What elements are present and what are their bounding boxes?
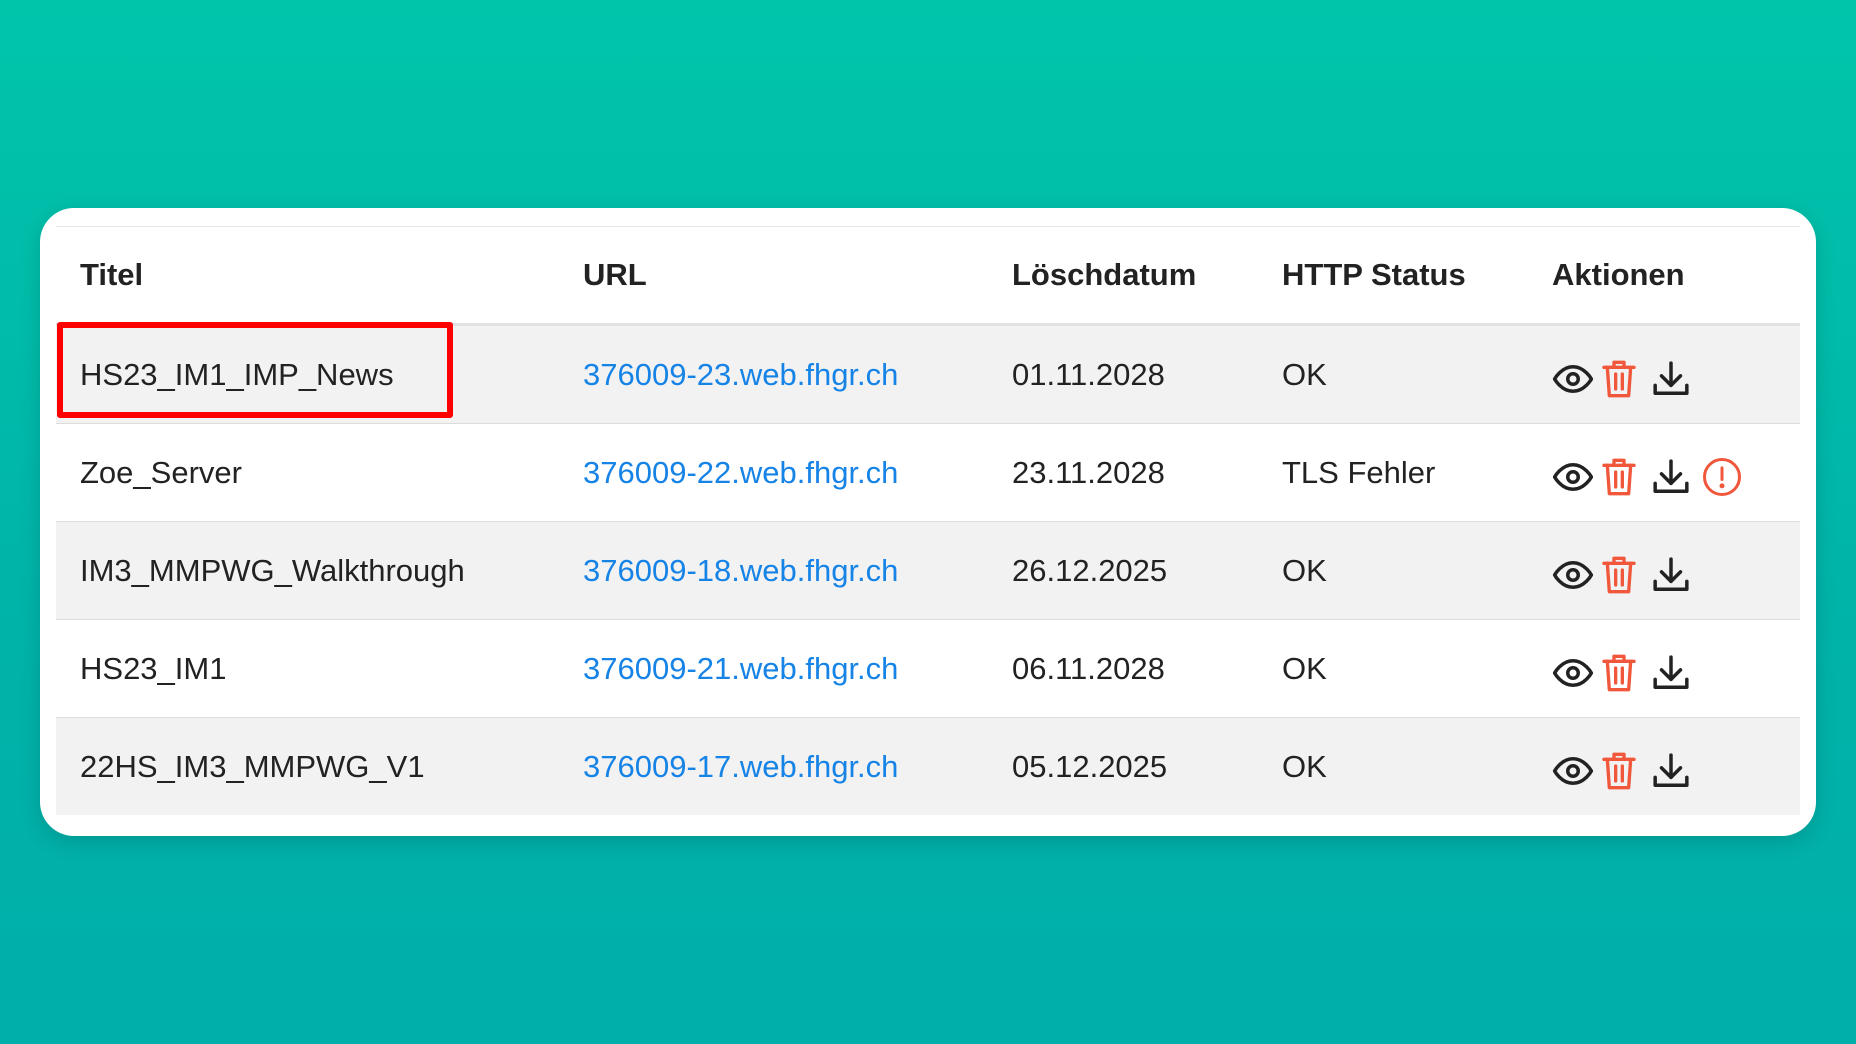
header-url: URL [559, 226, 988, 326]
header-title: Titel [56, 226, 559, 326]
header-http-status: HTTP Status [1258, 226, 1528, 326]
sites-table-wrap: Titel URL Löschdatum HTTP Status Aktione… [56, 226, 1800, 815]
cell-url: 376009-21.web.fhgr.ch [559, 619, 988, 718]
eye-icon[interactable] [1552, 651, 1602, 695]
trash-icon[interactable] [1602, 553, 1652, 597]
cell-http-status: OK [1258, 521, 1528, 620]
header-actions: Aktionen [1528, 226, 1800, 326]
eye-icon[interactable] [1552, 749, 1602, 793]
cell-actions [1528, 717, 1800, 815]
cell-url: 376009-22.web.fhgr.ch [559, 423, 988, 522]
site-title: HS23_IM1 [80, 650, 227, 686]
site-url-link[interactable]: 376009-22.web.fhgr.ch [583, 455, 898, 490]
cell-delete-date: 05.12.2025 [988, 717, 1258, 815]
table-row: IM3_MMPWG_Walkthrough 376009-18.web.fhgr.… [56, 521, 1800, 620]
table-header-row: Titel URL Löschdatum HTTP Status Aktione… [56, 226, 1800, 326]
table-row: 22HS_IM3_MMPWG_V1 376009-17.web.fhgr.ch 05… [56, 717, 1800, 815]
action-group [1552, 741, 1800, 793]
sites-table: Titel URL Löschdatum HTTP Status Aktione… [56, 226, 1800, 815]
cell-http-status: OK [1258, 717, 1528, 815]
download-icon[interactable] [1652, 553, 1702, 597]
trash-icon[interactable] [1602, 455, 1652, 499]
site-url-link[interactable]: 376009-18.web.fhgr.ch [583, 553, 898, 588]
cell-actions [1528, 423, 1800, 522]
eye-icon[interactable] [1552, 357, 1602, 401]
site-url-link[interactable]: 376009-21.web.fhgr.ch [583, 651, 898, 686]
cell-http-status: OK [1258, 619, 1528, 718]
cell-actions [1528, 521, 1800, 620]
trash-icon[interactable] [1602, 651, 1652, 695]
download-icon[interactable] [1652, 651, 1702, 695]
site-url-link[interactable]: 376009-23.web.fhgr.ch [583, 357, 898, 392]
action-group [1552, 545, 1800, 597]
cell-title: HS23_IM1_IMP_News [56, 322, 559, 424]
trash-icon[interactable] [1602, 749, 1652, 793]
site-url-link[interactable]: 376009-17.web.fhgr.ch [583, 749, 898, 784]
header-delete-date: Löschdatum [988, 226, 1258, 326]
cell-http-status: OK [1258, 324, 1528, 424]
exclamation-circle-icon[interactable] [1702, 455, 1752, 499]
sites-card: Titel URL Löschdatum HTTP Status Aktione… [40, 208, 1816, 836]
table-row: Zoe_Server 376009-22.web.fhgr.ch 23.11.202… [56, 423, 1800, 522]
cell-delete-date: 01.11.2028 [988, 324, 1258, 424]
cell-url: 376009-23.web.fhgr.ch [559, 324, 988, 424]
download-icon[interactable] [1652, 357, 1702, 401]
site-title: HS23_IM1_IMP_News [80, 356, 394, 392]
site-title: IM3_MMPWG_Walkthrough [80, 552, 465, 588]
download-icon[interactable] [1652, 455, 1702, 499]
trash-icon[interactable] [1602, 357, 1652, 401]
cell-url: 376009-18.web.fhgr.ch [559, 521, 988, 620]
site-title: Zoe_Server [80, 454, 242, 490]
cell-title: 22HS_IM3_MMPWG_V1 [56, 717, 559, 815]
action-group [1552, 643, 1800, 695]
eye-icon[interactable] [1552, 455, 1602, 499]
download-icon[interactable] [1652, 749, 1702, 793]
cell-title: Zoe_Server [56, 423, 559, 522]
table-row: HS23_IM1 376009-21.web.fhgr.ch 06.11.2028 O… [56, 619, 1800, 718]
cell-url: 376009-17.web.fhgr.ch [559, 717, 988, 815]
cell-actions [1528, 324, 1800, 424]
action-group [1552, 447, 1800, 499]
cell-delete-date: 23.11.2028 [988, 423, 1258, 522]
table-row: HS23_IM1_IMP_News 376009-23.web.fhgr.ch 01… [56, 322, 1800, 424]
cell-delete-date: 26.12.2025 [988, 521, 1258, 620]
cell-title: IM3_MMPWG_Walkthrough [56, 521, 559, 620]
eye-icon[interactable] [1552, 553, 1602, 597]
cell-delete-date: 06.11.2028 [988, 619, 1258, 718]
site-title: 22HS_IM3_MMPWG_V1 [80, 748, 425, 784]
cell-http-status: TLS Fehler [1258, 423, 1528, 522]
cell-title: HS23_IM1 [56, 619, 559, 718]
action-group [1552, 349, 1800, 401]
cell-actions [1528, 619, 1800, 718]
